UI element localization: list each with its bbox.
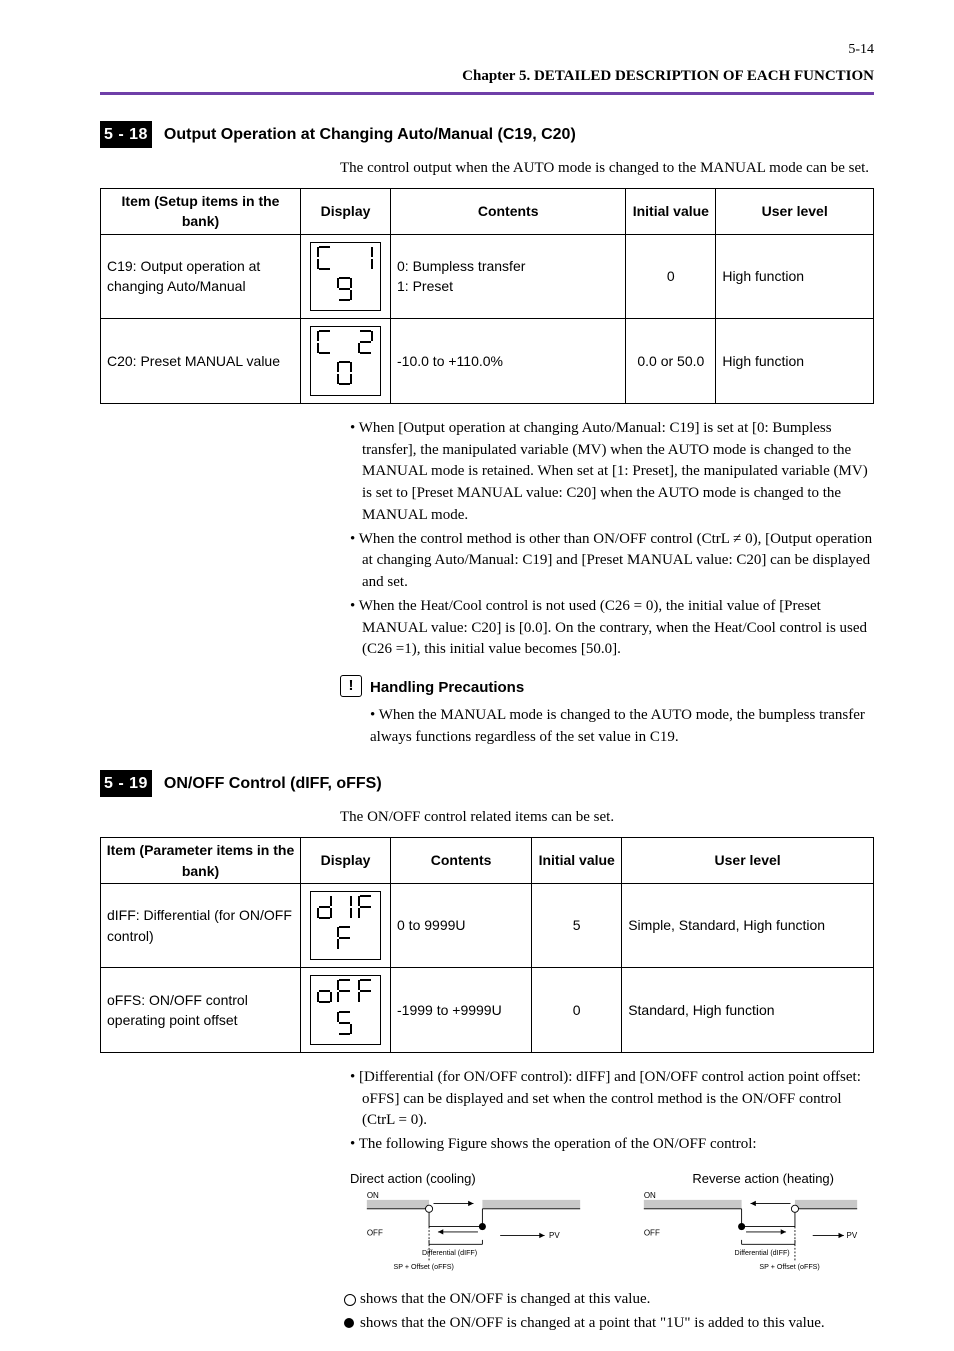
cell-item: oFFS: ON/OFF control operating point off…	[101, 968, 301, 1053]
th-item: Item (Parameter items in the bank)	[101, 838, 301, 884]
seven-seg-c20	[310, 326, 381, 396]
th-user: User level	[622, 838, 874, 884]
note-body: • When the MANUAL mode is changed to the…	[370, 705, 874, 749]
reverse-action-chart: ON OFF Differential (dIFF) PV SP + Offse…	[627, 1191, 874, 1271]
bullet-list: • [Differential (for ON/OFF control): dI…	[350, 1067, 874, 1156]
cell-user: Simple, Standard, High function	[622, 883, 874, 968]
section-intro: The ON/OFF control related items can be …	[340, 807, 874, 829]
section-number-block: 5 - 18	[100, 121, 152, 148]
bullet-item: • When [Output operation at changing Aut…	[350, 418, 874, 527]
svg-text:OFF: OFF	[644, 1228, 660, 1237]
header-rule	[100, 92, 874, 95]
direct-action-chart: ON OFF Differential (dIFF) PV SP + Offse…	[350, 1191, 597, 1271]
section-title: Output Operation at Changing Auto/Manual…	[164, 121, 576, 148]
svg-text:ON: ON	[644, 1191, 656, 1200]
bullet-item: • [Differential (for ON/OFF control): dI…	[350, 1067, 874, 1132]
direct-action-label: Direct action (cooling)	[350, 1170, 572, 1189]
svg-text:SP + Offset (oFFS): SP + Offset (oFFS)	[394, 1263, 454, 1271]
table-row: oFFS: ON/OFF control operating point off…	[101, 968, 874, 1053]
th-item: Item (Setup items in the bank)	[101, 188, 301, 234]
onoff-operation-diagram: Direct action (cooling) Reverse action (…	[350, 1170, 874, 1271]
svg-text:PV: PV	[847, 1231, 858, 1240]
cell-item: C19: Output operation at changing Auto/M…	[101, 234, 301, 319]
svg-text:Differential (dIFF): Differential (dIFF)	[422, 1249, 477, 1257]
th-initial: Initial value	[532, 838, 622, 884]
note-label: Handling Precautions	[370, 675, 524, 699]
cell-display	[301, 319, 391, 404]
cell-display	[301, 968, 391, 1053]
table-row: dIFF: Differential (for ON/OFF control) …	[101, 883, 874, 968]
th-display: Display	[301, 838, 391, 884]
th-user: User level	[716, 188, 874, 234]
cell-init: 5	[532, 883, 622, 968]
legend-open-circle: shows that the ON/OFF is changed at this…	[344, 1289, 874, 1311]
cell-user: Standard, High function	[622, 968, 874, 1053]
setup-table-c19c20: Item (Setup items in the bank) Display C…	[100, 188, 874, 404]
cell-contents: 0: Bumpless transfer 1: Preset	[391, 234, 626, 319]
cell-contents: -10.0 to +110.0%	[391, 319, 626, 404]
cell-user: High function	[716, 319, 874, 404]
page-number: 5-14	[100, 40, 874, 60]
section-number-block: 5 - 19	[100, 770, 152, 797]
table-row: C20: Preset MANUAL value -10.0 to +110.0…	[101, 319, 874, 404]
bullet-item: • The following Figure shows the operati…	[350, 1134, 874, 1156]
cell-user: High function	[716, 234, 874, 319]
cell-item: dIFF: Differential (for ON/OFF control)	[101, 883, 301, 968]
setup-table-diff-offs: Item (Parameter items in the bank) Displ…	[100, 837, 874, 1053]
section-intro: The control output when the AUTO mode is…	[340, 158, 874, 180]
seven-seg-offs	[310, 975, 381, 1045]
legend: shows that the ON/OFF is changed at this…	[344, 1289, 874, 1335]
cell-contents: 0 to 9999U	[391, 883, 532, 968]
cell-item: C20: Preset MANUAL value	[101, 319, 301, 404]
seven-seg-diff	[310, 891, 381, 961]
th-initial: Initial value	[626, 188, 716, 234]
legend-filled-circle: shows that the ON/OFF is changed at a po…	[344, 1313, 874, 1335]
bullet-item: • When the Heat/Cool control is not used…	[350, 596, 874, 661]
caution-icon: !	[340, 675, 362, 697]
table-row: C19: Output operation at changing Auto/M…	[101, 234, 874, 319]
section-title: ON/OFF Control (dIFF, oFFS)	[164, 770, 382, 797]
svg-text:Differential (dIFF): Differential (dIFF)	[735, 1249, 790, 1257]
chapter-heading: Chapter 5. DETAILED DESCRIPTION OF EACH …	[100, 66, 874, 88]
svg-text:SP + Offset (oFFS): SP + Offset (oFFS)	[759, 1263, 819, 1271]
svg-text:OFF: OFF	[367, 1228, 383, 1237]
th-contents: Contents	[391, 838, 532, 884]
cell-display	[301, 234, 391, 319]
svg-text:PV: PV	[549, 1231, 560, 1240]
reverse-action-label: Reverse action (heating)	[612, 1170, 874, 1189]
th-display: Display	[301, 188, 391, 234]
bullet-item: • When the control method is other than …	[350, 529, 874, 594]
svg-text:ON: ON	[367, 1191, 379, 1200]
seven-seg-c19	[310, 242, 381, 312]
cell-init: 0	[626, 234, 716, 319]
cell-init: 0.0 or 50.0	[626, 319, 716, 404]
bullet-list: • When [Output operation at changing Aut…	[350, 418, 874, 661]
cell-init: 0	[532, 968, 622, 1053]
cell-display	[301, 883, 391, 968]
th-contents: Contents	[391, 188, 626, 234]
cell-contents: -1999 to +9999U	[391, 968, 532, 1053]
